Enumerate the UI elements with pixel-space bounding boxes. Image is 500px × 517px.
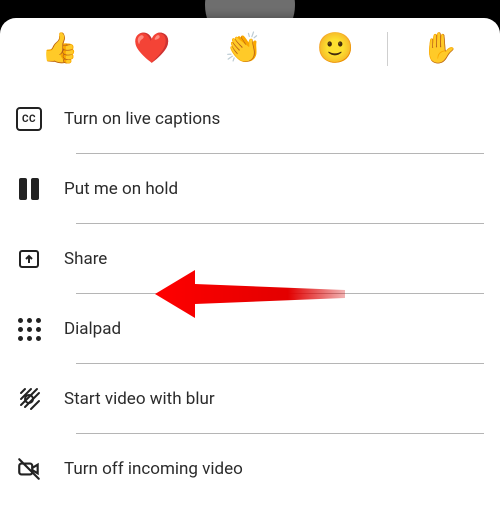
menu-item-incoming-video-off[interactable]: Turn off incoming video bbox=[16, 434, 484, 504]
reaction-separator bbox=[387, 32, 388, 66]
menu-item-captions[interactable]: CC Turn on live captions bbox=[16, 84, 484, 154]
share-icon bbox=[16, 246, 42, 272]
menu-label: Turn off incoming video bbox=[64, 459, 243, 479]
menu-item-dialpad[interactable]: Dialpad bbox=[16, 294, 484, 364]
menu-item-hold[interactable]: Put me on hold bbox=[16, 154, 484, 224]
menu-label: Turn on live captions bbox=[64, 109, 220, 129]
menu-item-blur[interactable]: Start video with blur bbox=[16, 364, 484, 434]
reaction-bar: 👍 ❤️ 👏 🙂 ✋ bbox=[0, 18, 500, 84]
pause-icon bbox=[16, 176, 42, 202]
video-off-icon bbox=[16, 456, 42, 482]
reaction-clap[interactable]: 👏 bbox=[198, 28, 290, 70]
reaction-raise-hand[interactable]: ✋ bbox=[394, 28, 486, 70]
menu-label: Put me on hold bbox=[64, 179, 178, 199]
call-more-menu-sheet: 👍 ❤️ 👏 🙂 ✋ CC Turn on live captions Pu bbox=[0, 18, 500, 517]
dialpad-icon bbox=[16, 316, 42, 342]
menu-item-share[interactable]: Share bbox=[16, 224, 484, 294]
menu: CC Turn on live captions Put me on hold bbox=[0, 84, 500, 504]
reaction-smile[interactable]: 🙂 bbox=[289, 28, 381, 70]
cc-icon: CC bbox=[16, 106, 42, 132]
reaction-thumb[interactable]: 👍 bbox=[14, 28, 106, 70]
menu-label: Start video with blur bbox=[64, 389, 215, 409]
menu-label: Dialpad bbox=[64, 319, 121, 339]
blur-icon bbox=[16, 386, 42, 412]
menu-label: Share bbox=[64, 249, 107, 269]
reaction-heart[interactable]: ❤️ bbox=[106, 28, 198, 70]
